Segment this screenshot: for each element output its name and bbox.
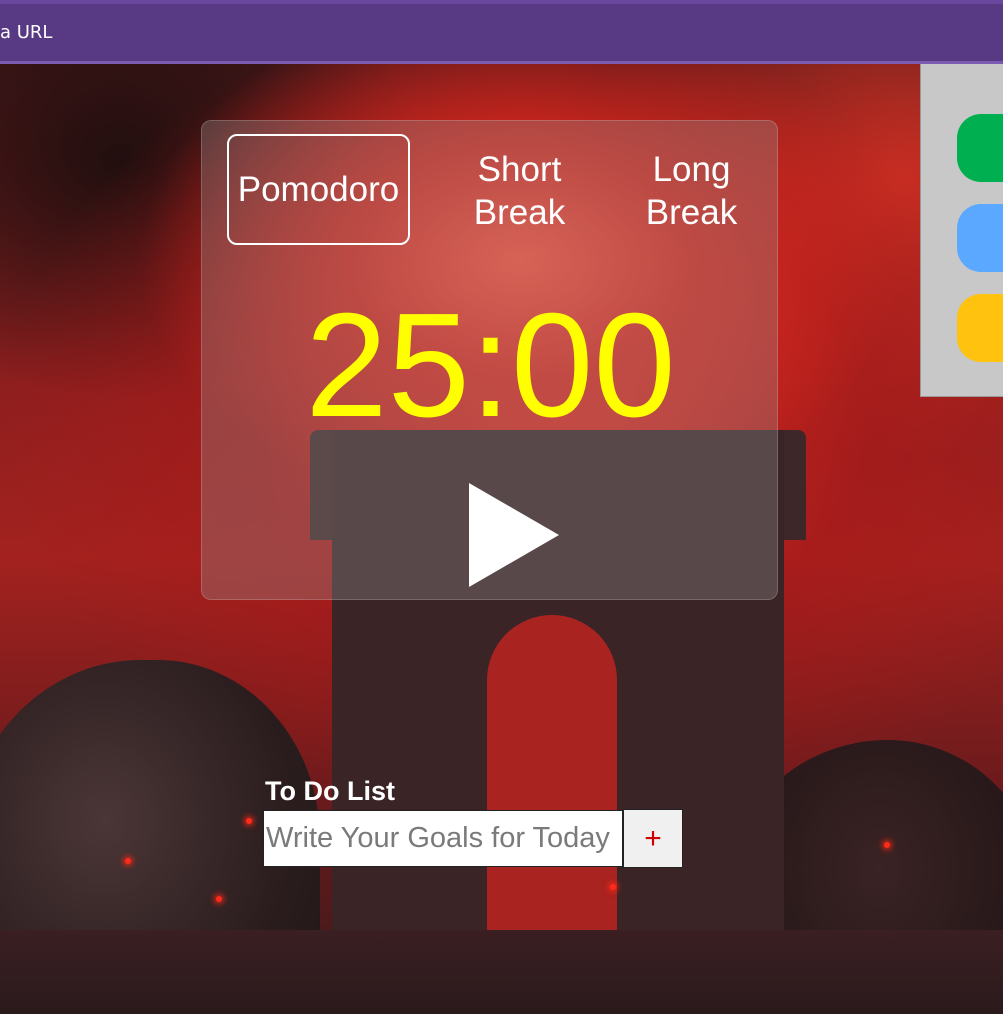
long-break-button[interactable]: Long Break bbox=[614, 146, 769, 236]
street-lamp bbox=[246, 818, 252, 824]
ground bbox=[0, 930, 1003, 1014]
street-lamp bbox=[884, 842, 890, 848]
topbar-label: a URL bbox=[0, 22, 53, 43]
gate-arch bbox=[487, 615, 617, 935]
street-lamp bbox=[216, 896, 222, 902]
add-todo-button[interactable]: + bbox=[623, 809, 683, 868]
side-button-yellow[interactable] bbox=[957, 294, 1003, 362]
side-button-blue[interactable] bbox=[957, 204, 1003, 272]
timer-card: Pomodoro Short Break Long Break 25:00 bbox=[201, 120, 778, 600]
top-bar: a URL bbox=[0, 0, 1003, 64]
side-button-green[interactable] bbox=[957, 114, 1003, 182]
play-button[interactable] bbox=[464, 483, 564, 587]
play-icon bbox=[469, 483, 559, 587]
short-break-button[interactable]: Short Break bbox=[442, 146, 597, 236]
todo-input[interactable] bbox=[263, 810, 623, 867]
street-lamp bbox=[610, 884, 616, 890]
street-lamp bbox=[125, 858, 131, 864]
timer-display: 25:00 bbox=[305, 283, 676, 448]
side-panel bbox=[920, 57, 1003, 397]
todo-title: To Do List bbox=[265, 776, 395, 806]
pomodoro-button[interactable]: Pomodoro bbox=[227, 134, 410, 245]
